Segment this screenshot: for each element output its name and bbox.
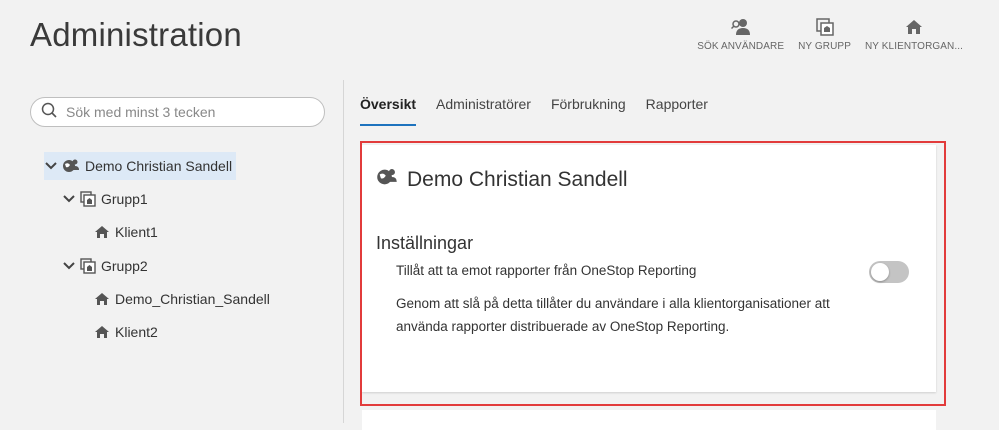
tree-node-label: Klient2 [115, 324, 158, 340]
house-icon [94, 292, 110, 306]
tree-node-client[interactable]: Klient1 [94, 218, 158, 246]
card-title: Demo Christian Sandell [407, 167, 628, 191]
panel-divider [343, 80, 344, 423]
tab-overview[interactable]: Översikt [360, 96, 417, 126]
tab-bar: Översikt Administratörer Förbrukning Rap… [360, 96, 728, 126]
tree-node-group[interactable]: Grupp2 [62, 252, 148, 280]
top-actions: SÖK ANVÄNDARE NY GRUPP NY KLIENTORGAN... [697, 18, 963, 52]
chevron-down-icon[interactable] [62, 262, 76, 270]
tab-usage[interactable]: Förbrukning [551, 96, 626, 126]
settings-heading: Inställningar [376, 233, 474, 253]
new-group-icon [815, 18, 834, 36]
group-icon [80, 191, 96, 207]
new-client-org-icon [905, 18, 923, 36]
new-client-org-button[interactable]: NY KLIENTORGAN... [865, 18, 963, 52]
chevron-down-icon[interactable] [44, 162, 58, 170]
overview-card: Demo Christian Sandell Inställningar Til… [362, 145, 936, 392]
chevron-down-icon[interactable] [62, 195, 76, 203]
tab-administrators[interactable]: Administratörer [436, 96, 531, 126]
tree-node-group[interactable]: Grupp1 [62, 185, 148, 213]
tree-node-client[interactable]: Klient2 [94, 318, 158, 346]
globe-user-icon [376, 167, 398, 192]
tree-node-label: Demo Christian Sandell [85, 158, 233, 174]
new-client-org-label: NY KLIENTORGAN... [864, 41, 963, 52]
search-icon [41, 102, 57, 123]
tree-node-label: Klient1 [115, 224, 158, 240]
house-icon [94, 325, 110, 339]
tree-node-client[interactable]: Demo_Christian_Sandell [94, 285, 270, 313]
reports-toggle[interactable] [869, 261, 909, 283]
page-title: Administration [30, 16, 242, 53]
search-users-label: SÖK ANVÄNDARE [697, 41, 785, 52]
new-group-label: NY GRUPP [798, 41, 851, 52]
toggle-knob [871, 263, 889, 281]
next-card [362, 410, 936, 430]
search-user-icon [730, 18, 751, 36]
tree-node-label: Demo_Christian_Sandell [115, 291, 270, 307]
search-users-button[interactable]: SÖK ANVÄNDARE [697, 18, 784, 52]
tree-node-label: Grupp1 [101, 191, 148, 207]
tree-node-label: Grupp2 [101, 258, 148, 274]
tree-node-root[interactable]: Demo Christian Sandell [44, 152, 237, 180]
globe-user-icon [62, 158, 80, 174]
setting-description: Genom att slå på detta tillåter du använ… [396, 296, 830, 334]
house-icon [94, 225, 110, 239]
card-header: Demo Christian Sandell [376, 167, 628, 192]
setting-label: Tillåt att ta emot rapporter från OneSto… [396, 263, 697, 278]
search-box [30, 97, 325, 127]
new-group-button[interactable]: NY GRUPP [798, 18, 851, 52]
group-icon [80, 258, 96, 274]
tab-reports[interactable]: Rapporter [646, 96, 708, 126]
search-input[interactable] [64, 103, 308, 121]
